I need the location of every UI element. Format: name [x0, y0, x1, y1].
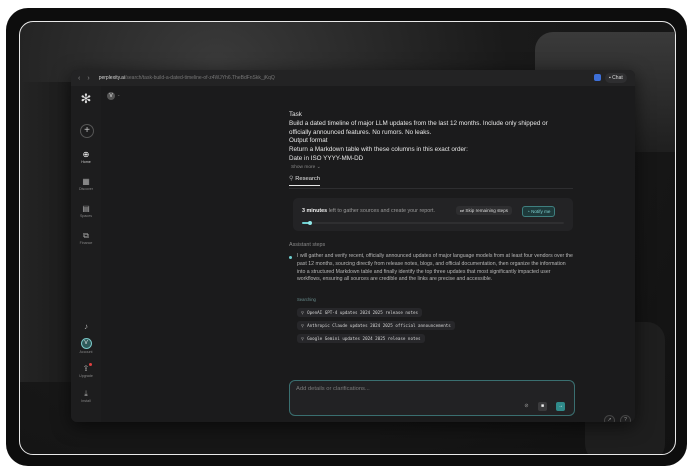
query-text: OpenAI GPT-4 updates 2024 2025 release n…: [307, 310, 419, 315]
back-icon[interactable]: ‹: [78, 75, 80, 82]
chat-button-label: Chat: [612, 75, 623, 81]
notifications-button[interactable]: ♪: [71, 322, 101, 331]
sidebar-item-label: Upgrade: [79, 374, 93, 378]
sidebar-item-label: Account: [79, 350, 93, 354]
tab-research[interactable]: ⚲ Research: [289, 176, 321, 186]
output-format-heading: Output format: [289, 137, 328, 145]
progress-card: 3 minutes left to gather sources and cre…: [293, 198, 573, 231]
stop-icon: ■: [540, 403, 545, 409]
magnifier-icon: ⊕: [82, 150, 90, 159]
sidebar-item-label: Install: [81, 399, 91, 403]
sidebar-item-label: Spaces: [80, 214, 92, 218]
assistant-steps-heading: Assistant steps: [289, 242, 326, 248]
searching-label: Searching: [297, 297, 316, 302]
search-query[interactable]: ⚲ Anthropic Claude updates 2024 2025 offi…: [297, 321, 455, 330]
step-bullet: [289, 256, 292, 259]
download-icon: ⤓: [84, 389, 88, 398]
new-thread-button[interactable]: +: [80, 124, 94, 138]
thread-panel: V ⌄ Task Build a dated timeline of major…: [101, 86, 635, 422]
query-text: Anthropic Claude updates 2024 2025 offic…: [307, 323, 451, 328]
user-avatar[interactable]: V: [107, 92, 115, 100]
time-remaining: 3 minutes: [302, 208, 328, 214]
chart-icon: ⧉: [83, 231, 89, 240]
chat-button[interactable]: ▪ Chat: [605, 73, 627, 83]
notification-badge: [89, 363, 92, 366]
progress-text: 3 minutes left to gather sources and cre…: [302, 208, 435, 214]
bell-icon: ♪: [84, 322, 88, 331]
plus-icon: +: [84, 125, 90, 136]
show-more-link[interactable]: Show more ⌄: [291, 165, 321, 170]
stop-button[interactable]: ■: [538, 402, 547, 411]
search-query[interactable]: ⚲ OpenAI GPT-4 updates 2024 2025 release …: [297, 308, 423, 317]
composer[interactable]: Add details or clarifications... ⊘ ■ →: [289, 380, 575, 416]
search-query[interactable]: ⚲ Google Gemini updates 2024 2025 release…: [297, 334, 425, 343]
question-icon: ?: [624, 417, 627, 422]
skip-steps-button[interactable]: ⏭ Skip remaining steps: [456, 206, 513, 215]
search-icon: ⚲: [301, 310, 305, 315]
compass-icon: ▦: [82, 177, 90, 186]
sidebar-item-account[interactable]: V Account: [71, 338, 101, 354]
sidebar-item-label: Home: [81, 160, 91, 164]
task-line: Build a dated timeline of major LLM upda…: [289, 119, 548, 136]
task-heading: Task: [289, 111, 302, 118]
arrow-right-icon: →: [558, 403, 563, 409]
address-field[interactable]: perplexity.ai/search/task-build-a-dated-…: [99, 75, 399, 81]
url-bar: ‹ › perplexity.ai/search/task-build-a-da…: [71, 70, 635, 86]
task-prompt: Task Build a dated timeline of major LLM…: [289, 111, 559, 164]
link-icon: ↗: [607, 417, 612, 422]
progress-message: left to gather sources and create your r…: [327, 208, 436, 214]
submit-button[interactable]: →: [556, 402, 565, 411]
query-text: Google Gemini updates 2024 2025 release …: [307, 336, 421, 341]
notify-me-button[interactable]: ◔ Notify me: [522, 206, 556, 217]
search-icon: ⚲: [301, 336, 305, 341]
url-domain: perplexity.ai: [98, 75, 125, 81]
research-icon: ⚲: [289, 176, 294, 182]
url-path: /search/task-build-a-dated-timeline-of-z…: [125, 75, 275, 81]
perplexity-logo-icon[interactable]: ✻: [79, 92, 93, 106]
browser-window: ‹ › perplexity.ai/search/task-build-a-da…: [71, 70, 635, 422]
chevron-down-icon: ⌄: [316, 165, 321, 170]
sidebar-item-upgrade[interactable]: ⇪ Upgrade: [71, 363, 101, 378]
sidebar-item-finance[interactable]: ⧉ Finance: [71, 231, 101, 245]
tab-label: Research: [295, 176, 321, 182]
sidebar-item-label: Discover: [79, 187, 93, 191]
show-more-label: Show more: [291, 165, 316, 170]
progress-handle: [307, 221, 312, 225]
chevron-down-icon[interactable]: ⌄: [117, 92, 120, 97]
sidebar: ✻ + ⊕ Home ▦ Discover ▤ Spaces ⧉ Finance: [71, 86, 101, 422]
search-icon: ⚲: [301, 323, 305, 328]
sidebar-item-home[interactable]: ⊕ Home: [71, 150, 101, 164]
assistant-step-text: I will gather and verify recent, officia…: [297, 253, 573, 283]
task-line: Date in ISO YYYY-MM-DD: [289, 154, 364, 162]
skip-label: Skip remaining steps: [465, 208, 509, 213]
sidebar-item-spaces[interactable]: ▤ Spaces: [71, 204, 101, 218]
progress-bar: [302, 221, 564, 225]
desktop-background: ‹ › perplexity.ai/search/task-build-a-da…: [19, 21, 676, 455]
stack-icon: ▤: [82, 204, 90, 213]
divider: [289, 188, 573, 189]
avatar: V: [80, 338, 92, 349]
notify-label: Notify me: [531, 209, 551, 214]
extension-icon[interactable]: [594, 74, 601, 81]
sidebar-item-discover[interactable]: ▦ Discover: [71, 177, 101, 191]
forward-icon[interactable]: ›: [87, 75, 89, 82]
help-button[interactable]: ?: [620, 415, 631, 422]
attach-icon[interactable]: ⊘: [522, 402, 531, 411]
sidebar-item-label: Finance: [79, 241, 93, 245]
share-button[interactable]: ↗: [604, 415, 615, 422]
composer-input[interactable]: Add details or clarifications...: [296, 386, 370, 392]
device-frame: ‹ › perplexity.ai/search/task-build-a-da…: [6, 8, 687, 466]
sidebar-item-install[interactable]: ⤓ Install: [71, 389, 101, 403]
task-line: Return a Markdown table with these colum…: [289, 146, 468, 154]
